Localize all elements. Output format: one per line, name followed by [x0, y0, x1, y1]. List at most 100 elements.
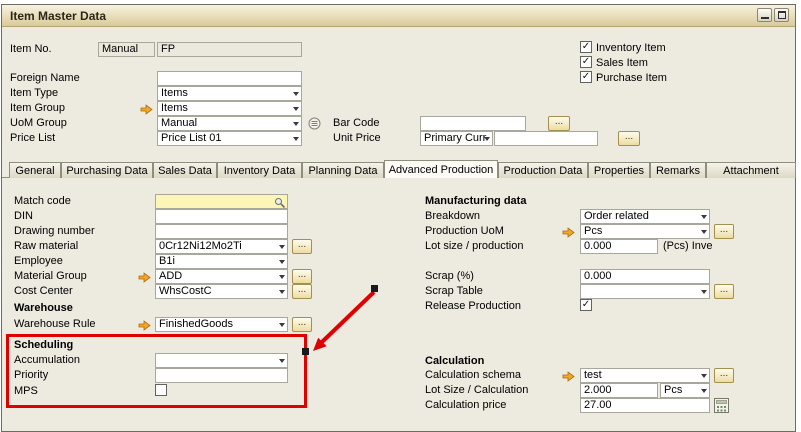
chevron-down-icon	[701, 290, 707, 294]
production-uom-combo[interactable]: Pcs	[580, 224, 710, 239]
tab-purchasing-data[interactable]: Purchasing Data	[61, 162, 153, 178]
link-arrow-icon[interactable]	[562, 225, 575, 236]
link-arrow-icon[interactable]	[138, 270, 151, 281]
calculation-price-field[interactable]: 27.00	[580, 398, 710, 413]
item-no-field[interactable]: FP	[157, 42, 302, 57]
breakdown-label: Breakdown	[425, 210, 480, 223]
scheduling-section-header: Scheduling	[14, 339, 73, 352]
item-group-combo[interactable]: Items	[157, 101, 302, 116]
unit-price-browse-button[interactable]: ...	[618, 131, 640, 146]
calculation-schema-combo[interactable]: test	[580, 368, 710, 383]
tab-remarks[interactable]: Remarks	[650, 162, 706, 178]
tab-inventory-data[interactable]: Inventory Data	[217, 162, 302, 178]
raw-material-browse-button[interactable]: ...	[292, 239, 312, 254]
maximize-icon	[778, 11, 786, 19]
calculation-price-label: Calculation price	[425, 399, 506, 412]
mps-label: MPS	[14, 385, 38, 398]
inventory-item-checkbox[interactable]: ✓	[580, 41, 592, 53]
chevron-down-icon	[293, 107, 299, 111]
employee-combo[interactable]: B1i	[155, 254, 288, 269]
window-title: Item Master Data	[10, 9, 106, 23]
link-arrow-icon[interactable]	[140, 102, 153, 113]
chevron-down-icon	[293, 137, 299, 141]
tab-sales-data[interactable]: Sales Data	[153, 162, 217, 178]
chevron-down-icon	[701, 374, 707, 378]
screenshot-canvas: Item Master Data Item No. Manual FP ✓ In…	[0, 0, 801, 432]
purchase-item-label: Purchase Item	[596, 72, 667, 85]
cost-center-combo[interactable]: WhsCostC	[155, 284, 288, 299]
tab-production-data[interactable]: Production Data	[498, 162, 588, 178]
lot-size-production-field[interactable]: 0.000	[580, 239, 658, 254]
chevron-down-icon	[293, 122, 299, 126]
purchase-item-checkbox[interactable]: ✓	[580, 71, 592, 83]
calculation-schema-label: Calculation schema	[425, 369, 521, 382]
calculation-section-header: Calculation	[425, 355, 484, 368]
material-group-combo[interactable]: ADD	[155, 269, 288, 284]
lot-size-calculation-uom-combo[interactable]: Pcs	[660, 383, 710, 398]
sales-item-checkbox[interactable]: ✓	[580, 56, 592, 68]
unit-price-field[interactable]	[494, 131, 598, 146]
item-type-combo[interactable]: Items	[157, 86, 302, 101]
production-uom-browse-button[interactable]: ...	[714, 224, 734, 239]
din-field[interactable]	[155, 209, 288, 224]
release-production-checkbox[interactable]: ✓	[580, 299, 592, 311]
raw-material-combo[interactable]: 0Cr12Ni12Mo2Ti	[155, 239, 288, 254]
minimize-button[interactable]	[757, 8, 772, 22]
link-arrow-icon[interactable]	[138, 318, 151, 329]
price-list-combo[interactable]: Price List 01	[157, 131, 302, 146]
chevron-down-icon	[484, 137, 490, 141]
bar-code-browse-button[interactable]: ...	[548, 116, 570, 131]
item-no-mode-field[interactable]: Manual	[98, 42, 155, 57]
release-production-label: Release Production	[425, 300, 521, 313]
chevron-down-icon	[279, 245, 285, 249]
chevron-down-icon	[293, 92, 299, 96]
tab-advanced-production[interactable]: Advanced Production	[384, 160, 498, 178]
chevron-down-icon	[701, 215, 707, 219]
foreign-name-field[interactable]	[157, 71, 302, 86]
chevron-down-icon	[279, 323, 285, 327]
scrap-pct-field[interactable]: 0.000	[580, 269, 710, 284]
unit-price-currency-combo[interactable]: Primary Curr	[420, 131, 493, 146]
tab-general[interactable]: General	[9, 162, 61, 178]
maximize-button[interactable]	[774, 8, 789, 22]
uom-group-label: UoM Group	[10, 117, 67, 130]
tab-properties[interactable]: Properties	[588, 162, 650, 178]
chevron-down-icon	[279, 275, 285, 279]
production-uom-label: Production UoM	[425, 225, 504, 238]
item-type-label: Item Type	[10, 87, 58, 100]
calculator-icon[interactable]	[714, 398, 730, 419]
drawing-number-label: Drawing number	[14, 225, 95, 238]
warehouse-rule-combo[interactable]: FinishedGoods	[155, 317, 288, 332]
tab-planning-data[interactable]: Planning Data	[302, 162, 384, 178]
employee-label: Employee	[14, 255, 63, 268]
breakdown-combo[interactable]: Order related	[580, 209, 710, 224]
lot-size-calculation-field[interactable]: 2.000	[580, 383, 658, 398]
bar-code-field[interactable]	[420, 116, 526, 131]
price-list-label: Price List	[10, 132, 55, 145]
calculation-schema-browse-button[interactable]: ...	[714, 368, 734, 383]
cost-center-browse-button[interactable]: ...	[292, 284, 312, 299]
warehouse-rule-browse-button[interactable]: ...	[292, 317, 312, 332]
uom-group-definition-icon[interactable]	[308, 117, 321, 135]
uom-group-combo[interactable]: Manual	[157, 116, 302, 131]
scrap-table-browse-button[interactable]: ...	[714, 284, 734, 299]
lot-size-production-suffix: (Pcs) Inve	[663, 240, 713, 253]
minimize-icon	[761, 17, 769, 19]
priority-field[interactable]	[155, 368, 288, 383]
link-arrow-icon[interactable]	[562, 369, 575, 380]
tab-strip: General Purchasing Data Sales Data Inven…	[9, 160, 796, 178]
unit-price-label: Unit Price	[333, 132, 381, 145]
tab-attachment[interactable]: Attachment	[706, 162, 796, 178]
warehouse-rule-label: Warehouse Rule	[14, 318, 96, 331]
accumulation-combo[interactable]	[155, 353, 288, 368]
match-code-field[interactable]	[155, 194, 288, 209]
drawing-number-field[interactable]	[155, 224, 288, 239]
din-label: DIN	[14, 210, 33, 223]
material-group-browse-button[interactable]: ...	[292, 269, 312, 284]
mps-checkbox[interactable]	[155, 384, 167, 396]
window-titlebar[interactable]: Item Master Data	[2, 5, 795, 27]
inventory-item-label: Inventory Item	[596, 42, 666, 55]
bar-code-label: Bar Code	[333, 117, 379, 130]
sales-item-label: Sales Item	[596, 57, 648, 70]
scrap-table-combo[interactable]	[580, 284, 710, 299]
